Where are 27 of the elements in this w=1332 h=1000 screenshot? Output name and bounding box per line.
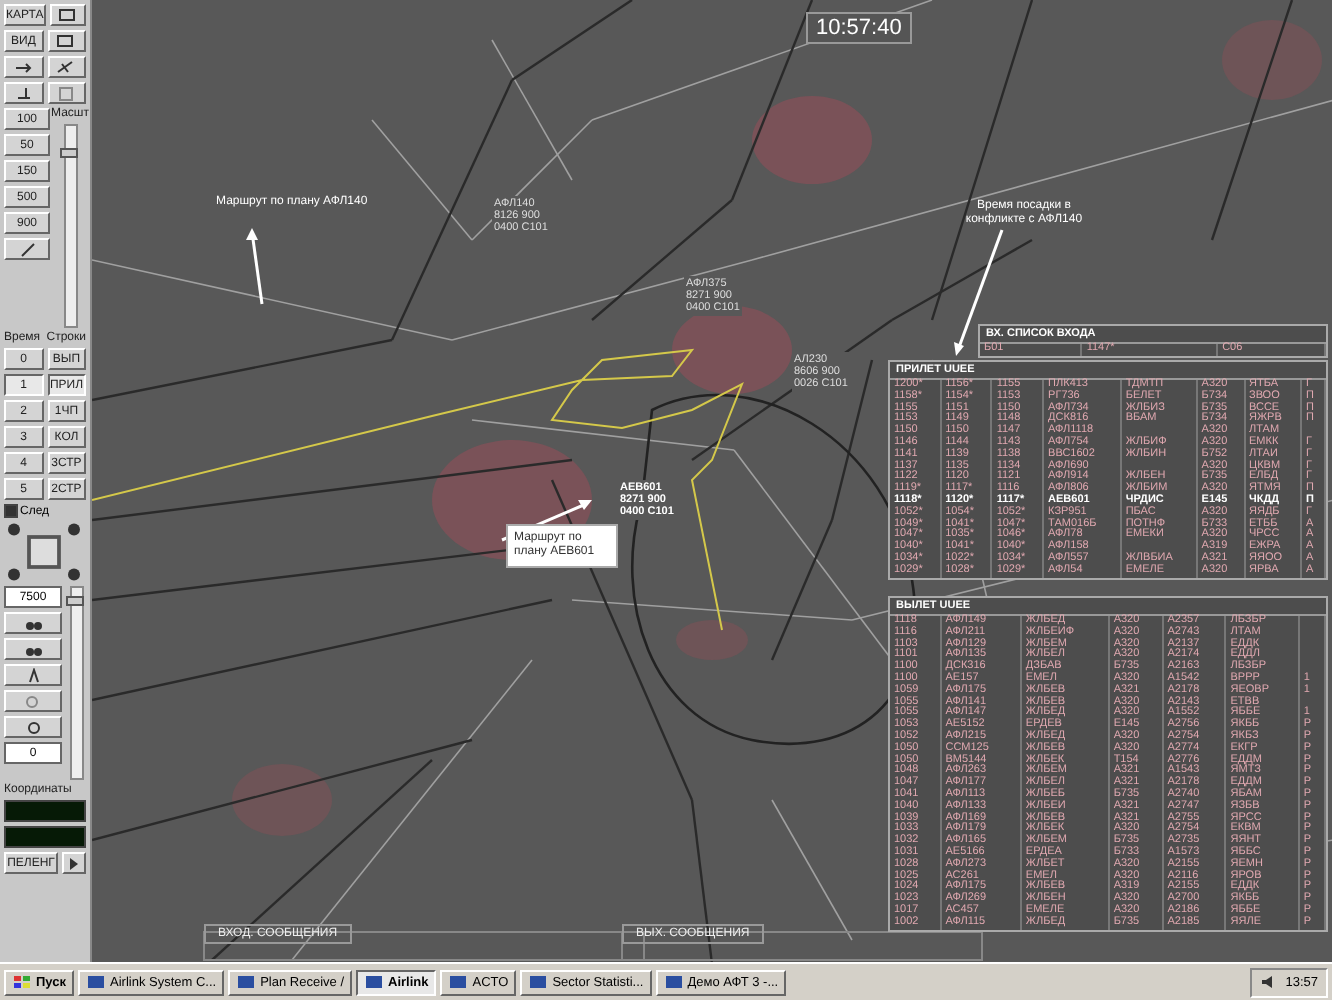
rotate-icon: [23, 719, 43, 735]
display-icon: [56, 33, 77, 49]
coordinate-readout: [4, 800, 86, 822]
rotate-button[interactable]: [4, 716, 62, 738]
note-button[interactable]: [4, 82, 43, 104]
route-button[interactable]: [4, 56, 43, 78]
slider-track[interactable]: [63, 124, 77, 328]
slider-thumb[interactable]: [65, 595, 83, 606]
slider-track[interactable]: [69, 586, 83, 780]
window-icon: [364, 974, 385, 990]
binoculars-button[interactable]: [4, 612, 62, 634]
expand-button[interactable]: [62, 852, 86, 874]
filter-button[interactable]: [47, 82, 86, 104]
plane-button[interactable]: [47, 56, 86, 78]
search-button[interactable]: [4, 690, 62, 712]
direction-pad-icon: [4, 522, 84, 582]
windows-logo-icon: [12, 974, 32, 990]
layers-button[interactable]: [49, 4, 86, 26]
zoom-button[interactable]: [4, 238, 50, 260]
slider-thumb[interactable]: [59, 148, 77, 159]
route-icon: [13, 59, 34, 75]
display-button[interactable]: [47, 30, 86, 52]
text-button[interactable]: [4, 664, 62, 686]
coordinate-readout: [4, 826, 86, 848]
clock: 10:57:40: [806, 12, 912, 44]
binoculars-menu-button[interactable]: [4, 638, 62, 660]
window-icon: [86, 974, 106, 990]
